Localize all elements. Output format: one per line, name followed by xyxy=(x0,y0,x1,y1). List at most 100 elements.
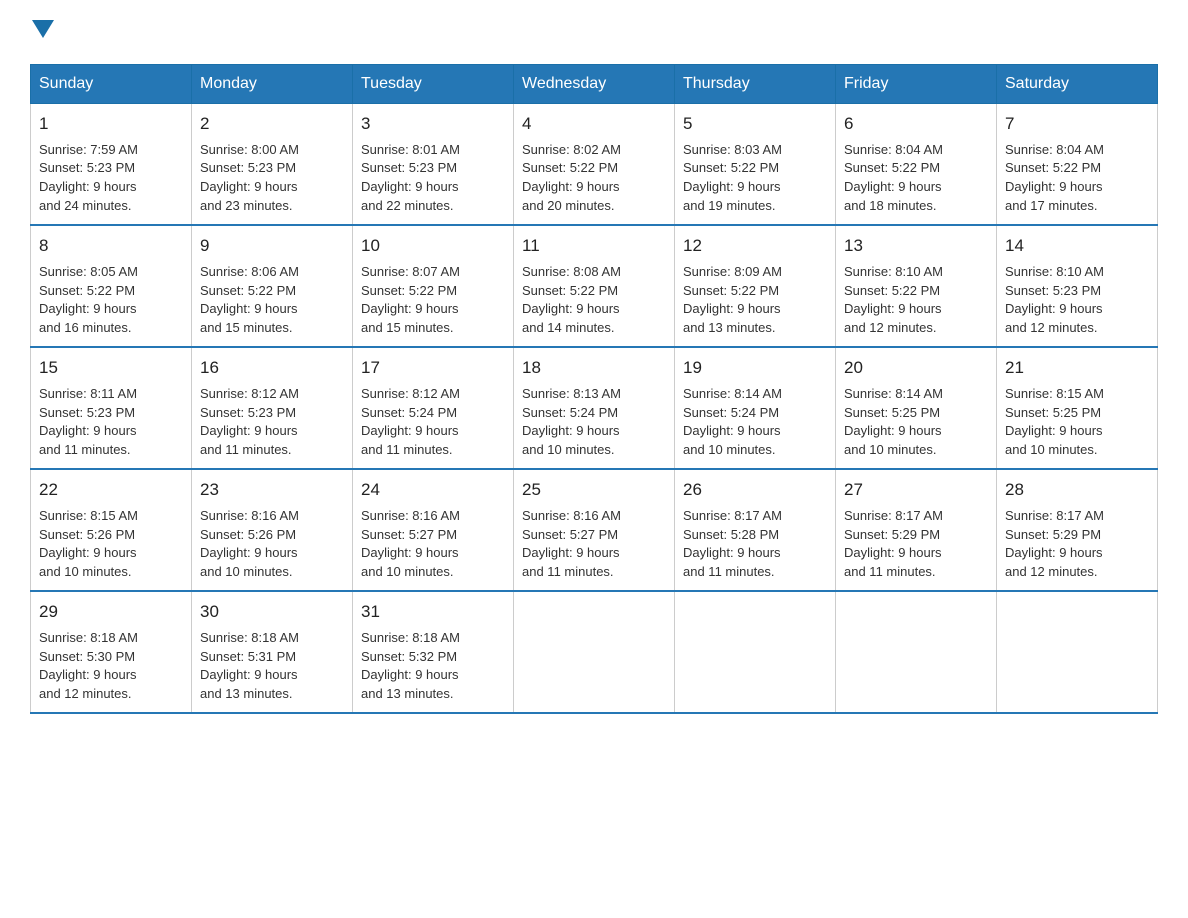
day-cell: 2 Sunrise: 8:00 AMSunset: 5:23 PMDayligh… xyxy=(192,104,353,226)
day-number: 22 xyxy=(39,478,183,503)
day-number: 31 xyxy=(361,600,505,625)
day-info: Sunrise: 8:10 AMSunset: 5:22 PMDaylight:… xyxy=(844,264,943,336)
day-cell: 16 Sunrise: 8:12 AMSunset: 5:23 PMDaylig… xyxy=(192,347,353,469)
day-cell: 1 Sunrise: 7:59 AMSunset: 5:23 PMDayligh… xyxy=(31,104,192,226)
day-info: Sunrise: 8:11 AMSunset: 5:23 PMDaylight:… xyxy=(39,386,137,458)
header-cell-thursday: Thursday xyxy=(675,65,836,104)
day-cell: 26 Sunrise: 8:17 AMSunset: 5:28 PMDaylig… xyxy=(675,469,836,591)
day-number: 21 xyxy=(1005,356,1149,381)
day-cell: 8 Sunrise: 8:05 AMSunset: 5:22 PMDayligh… xyxy=(31,225,192,347)
day-cell: 3 Sunrise: 8:01 AMSunset: 5:23 PMDayligh… xyxy=(353,104,514,226)
day-info: Sunrise: 8:08 AMSunset: 5:22 PMDaylight:… xyxy=(522,264,621,336)
day-number: 15 xyxy=(39,356,183,381)
day-cell: 11 Sunrise: 8:08 AMSunset: 5:22 PMDaylig… xyxy=(514,225,675,347)
day-number: 16 xyxy=(200,356,344,381)
day-cell: 30 Sunrise: 8:18 AMSunset: 5:31 PMDaylig… xyxy=(192,591,353,713)
day-info: Sunrise: 8:17 AMSunset: 5:29 PMDaylight:… xyxy=(844,508,943,580)
day-cell xyxy=(997,591,1158,713)
calendar-header: SundayMondayTuesdayWednesdayThursdayFrid… xyxy=(31,65,1158,104)
day-info: Sunrise: 8:02 AMSunset: 5:22 PMDaylight:… xyxy=(522,142,621,214)
day-number: 30 xyxy=(200,600,344,625)
header-cell-friday: Friday xyxy=(836,65,997,104)
day-info: Sunrise: 8:18 AMSunset: 5:32 PMDaylight:… xyxy=(361,630,460,702)
day-cell: 29 Sunrise: 8:18 AMSunset: 5:30 PMDaylig… xyxy=(31,591,192,713)
day-info: Sunrise: 8:10 AMSunset: 5:23 PMDaylight:… xyxy=(1005,264,1104,336)
day-info: Sunrise: 8:01 AMSunset: 5:23 PMDaylight:… xyxy=(361,142,460,214)
day-cell: 24 Sunrise: 8:16 AMSunset: 5:27 PMDaylig… xyxy=(353,469,514,591)
day-info: Sunrise: 8:00 AMSunset: 5:23 PMDaylight:… xyxy=(200,142,299,214)
day-info: Sunrise: 8:05 AMSunset: 5:22 PMDaylight:… xyxy=(39,264,138,336)
day-number: 14 xyxy=(1005,234,1149,259)
header-cell-sunday: Sunday xyxy=(31,65,192,104)
header-cell-monday: Monday xyxy=(192,65,353,104)
week-row-3: 15 Sunrise: 8:11 AMSunset: 5:23 PMDaylig… xyxy=(31,347,1158,469)
day-info: Sunrise: 8:16 AMSunset: 5:27 PMDaylight:… xyxy=(522,508,621,580)
day-info: Sunrise: 8:14 AMSunset: 5:25 PMDaylight:… xyxy=(844,386,943,458)
day-number: 1 xyxy=(39,112,183,137)
day-cell: 12 Sunrise: 8:09 AMSunset: 5:22 PMDaylig… xyxy=(675,225,836,347)
day-cell: 15 Sunrise: 8:11 AMSunset: 5:23 PMDaylig… xyxy=(31,347,192,469)
day-info: Sunrise: 8:17 AMSunset: 5:29 PMDaylight:… xyxy=(1005,508,1104,580)
day-number: 13 xyxy=(844,234,988,259)
day-info: Sunrise: 8:04 AMSunset: 5:22 PMDaylight:… xyxy=(1005,142,1104,214)
day-number: 24 xyxy=(361,478,505,503)
day-cell: 17 Sunrise: 8:12 AMSunset: 5:24 PMDaylig… xyxy=(353,347,514,469)
day-info: Sunrise: 8:18 AMSunset: 5:30 PMDaylight:… xyxy=(39,630,138,702)
day-info: Sunrise: 8:16 AMSunset: 5:26 PMDaylight:… xyxy=(200,508,299,580)
day-cell: 22 Sunrise: 8:15 AMSunset: 5:26 PMDaylig… xyxy=(31,469,192,591)
day-number: 17 xyxy=(361,356,505,381)
logo xyxy=(30,20,54,44)
day-number: 10 xyxy=(361,234,505,259)
day-cell: 6 Sunrise: 8:04 AMSunset: 5:22 PMDayligh… xyxy=(836,104,997,226)
day-number: 4 xyxy=(522,112,666,137)
day-cell xyxy=(675,591,836,713)
day-info: Sunrise: 8:03 AMSunset: 5:22 PMDaylight:… xyxy=(683,142,782,214)
day-info: Sunrise: 8:12 AMSunset: 5:23 PMDaylight:… xyxy=(200,386,299,458)
day-number: 6 xyxy=(844,112,988,137)
day-cell: 10 Sunrise: 8:07 AMSunset: 5:22 PMDaylig… xyxy=(353,225,514,347)
day-cell: 4 Sunrise: 8:02 AMSunset: 5:22 PMDayligh… xyxy=(514,104,675,226)
day-number: 27 xyxy=(844,478,988,503)
day-number: 9 xyxy=(200,234,344,259)
day-cell: 19 Sunrise: 8:14 AMSunset: 5:24 PMDaylig… xyxy=(675,347,836,469)
day-cell: 20 Sunrise: 8:14 AMSunset: 5:25 PMDaylig… xyxy=(836,347,997,469)
day-number: 23 xyxy=(200,478,344,503)
day-info: Sunrise: 8:09 AMSunset: 5:22 PMDaylight:… xyxy=(683,264,782,336)
logo-arrow-icon xyxy=(32,20,54,48)
day-number: 20 xyxy=(844,356,988,381)
day-cell: 21 Sunrise: 8:15 AMSunset: 5:25 PMDaylig… xyxy=(997,347,1158,469)
day-number: 11 xyxy=(522,234,666,259)
day-cell: 23 Sunrise: 8:16 AMSunset: 5:26 PMDaylig… xyxy=(192,469,353,591)
day-cell: 28 Sunrise: 8:17 AMSunset: 5:29 PMDaylig… xyxy=(997,469,1158,591)
day-number: 8 xyxy=(39,234,183,259)
day-cell: 18 Sunrise: 8:13 AMSunset: 5:24 PMDaylig… xyxy=(514,347,675,469)
day-cell: 5 Sunrise: 8:03 AMSunset: 5:22 PMDayligh… xyxy=(675,104,836,226)
week-row-4: 22 Sunrise: 8:15 AMSunset: 5:26 PMDaylig… xyxy=(31,469,1158,591)
week-row-5: 29 Sunrise: 8:18 AMSunset: 5:30 PMDaylig… xyxy=(31,591,1158,713)
day-cell xyxy=(514,591,675,713)
week-row-2: 8 Sunrise: 8:05 AMSunset: 5:22 PMDayligh… xyxy=(31,225,1158,347)
header-cell-tuesday: Tuesday xyxy=(353,65,514,104)
week-row-1: 1 Sunrise: 7:59 AMSunset: 5:23 PMDayligh… xyxy=(31,104,1158,226)
day-number: 3 xyxy=(361,112,505,137)
day-cell: 25 Sunrise: 8:16 AMSunset: 5:27 PMDaylig… xyxy=(514,469,675,591)
day-number: 19 xyxy=(683,356,827,381)
day-info: Sunrise: 8:15 AMSunset: 5:26 PMDaylight:… xyxy=(39,508,138,580)
day-info: Sunrise: 8:17 AMSunset: 5:28 PMDaylight:… xyxy=(683,508,782,580)
day-cell: 7 Sunrise: 8:04 AMSunset: 5:22 PMDayligh… xyxy=(997,104,1158,226)
day-info: Sunrise: 8:06 AMSunset: 5:22 PMDaylight:… xyxy=(200,264,299,336)
day-info: Sunrise: 8:18 AMSunset: 5:31 PMDaylight:… xyxy=(200,630,299,702)
day-number: 28 xyxy=(1005,478,1149,503)
day-cell: 31 Sunrise: 8:18 AMSunset: 5:32 PMDaylig… xyxy=(353,591,514,713)
day-number: 12 xyxy=(683,234,827,259)
day-cell: 27 Sunrise: 8:17 AMSunset: 5:29 PMDaylig… xyxy=(836,469,997,591)
header-cell-wednesday: Wednesday xyxy=(514,65,675,104)
day-info: Sunrise: 8:14 AMSunset: 5:24 PMDaylight:… xyxy=(683,386,782,458)
day-info: Sunrise: 8:16 AMSunset: 5:27 PMDaylight:… xyxy=(361,508,460,580)
day-number: 18 xyxy=(522,356,666,381)
day-number: 5 xyxy=(683,112,827,137)
day-number: 26 xyxy=(683,478,827,503)
day-cell xyxy=(836,591,997,713)
day-cell: 9 Sunrise: 8:06 AMSunset: 5:22 PMDayligh… xyxy=(192,225,353,347)
day-number: 2 xyxy=(200,112,344,137)
